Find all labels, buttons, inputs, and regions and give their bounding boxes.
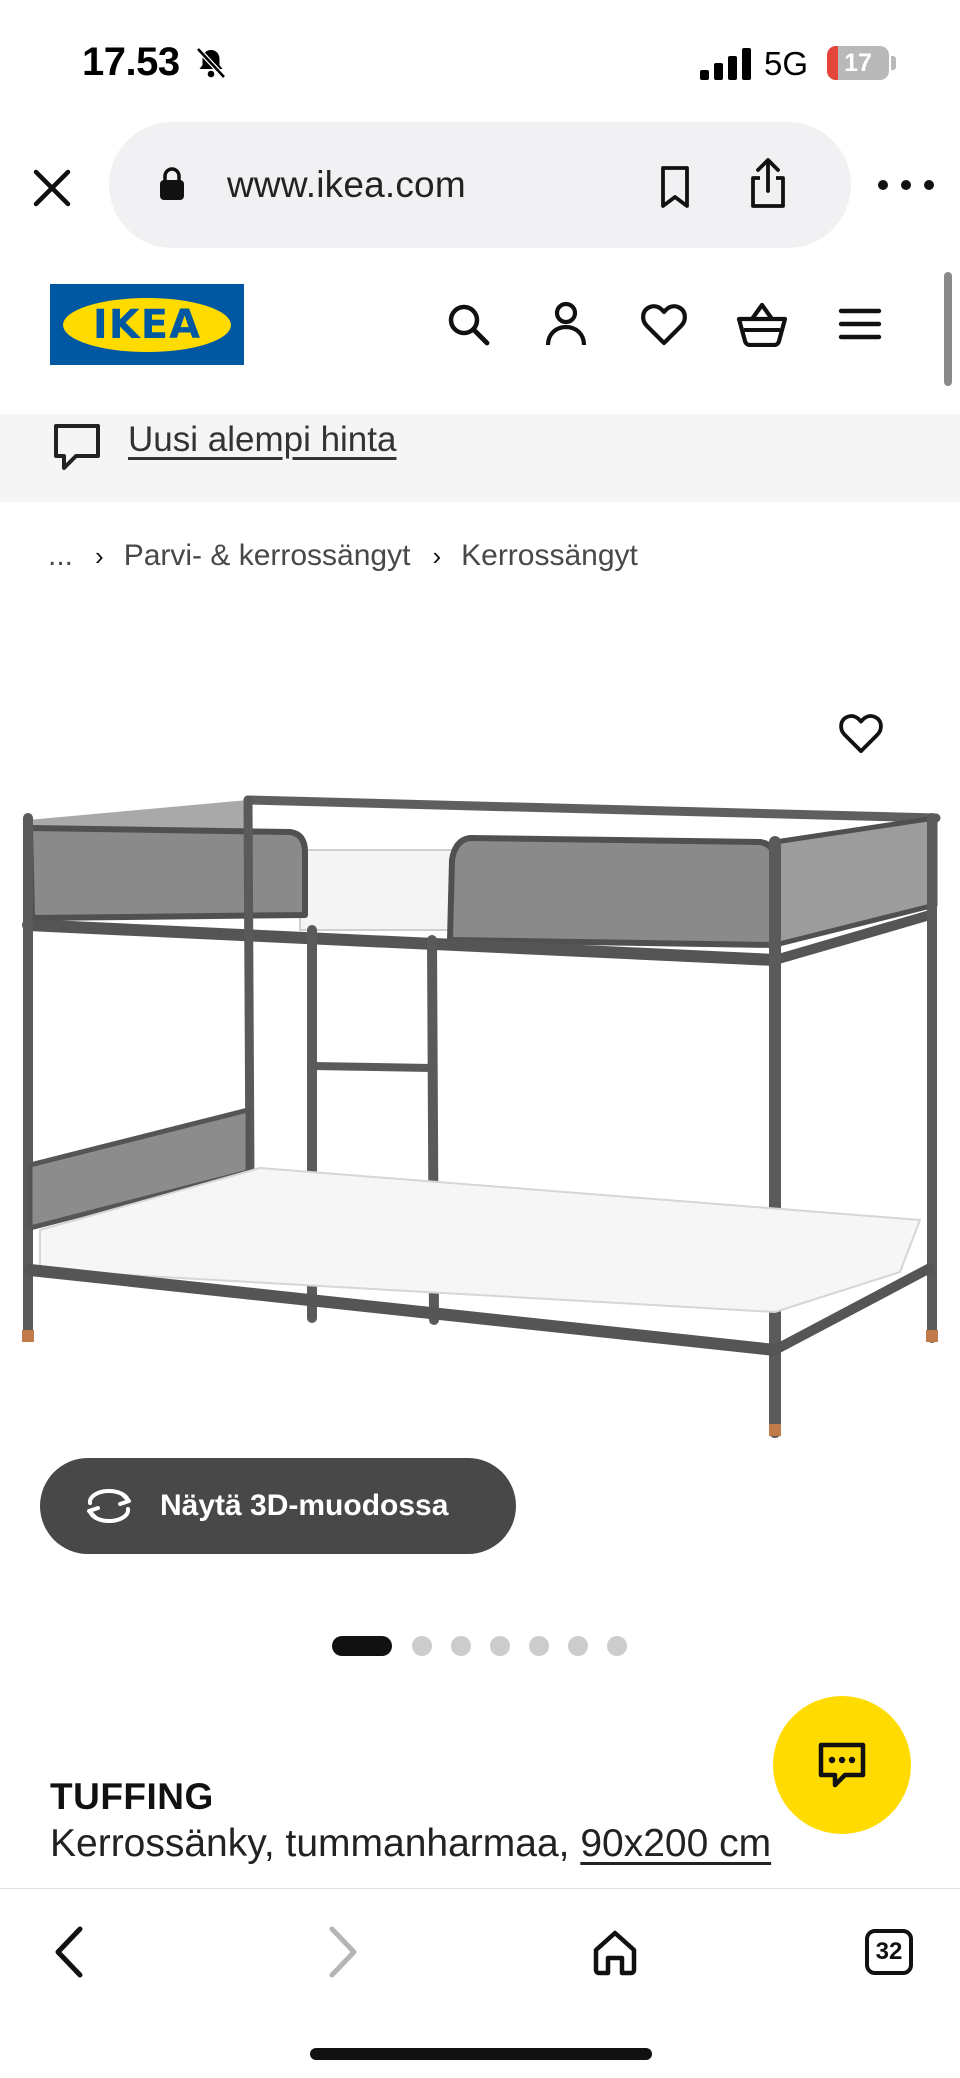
scrollbar[interactable] xyxy=(944,272,952,386)
ikea-logo[interactable]: IKEA xyxy=(50,284,244,365)
network-label: 5G xyxy=(764,45,809,82)
breadcrumb-ellipsis[interactable]: ... xyxy=(48,539,73,573)
account-icon xyxy=(545,301,587,346)
tabs-button[interactable]: 32 xyxy=(854,1917,924,1987)
chat-icon xyxy=(818,1742,866,1788)
carousel-dot[interactable] xyxy=(607,1636,627,1656)
cart-button[interactable] xyxy=(736,298,788,350)
home-indicator[interactable] xyxy=(310,2048,652,2060)
view-3d-label: Näytä 3D-muodossa xyxy=(160,1489,449,1522)
close-button[interactable] xyxy=(24,160,80,216)
menu-button[interactable] xyxy=(834,298,886,350)
chat-support-button[interactable] xyxy=(773,1696,911,1834)
bookmark-icon[interactable] xyxy=(655,164,695,210)
battery-icon: 17 xyxy=(827,46,889,80)
more-dot xyxy=(924,180,934,190)
add-to-favourites-button[interactable] xyxy=(836,708,886,758)
search-icon xyxy=(448,304,490,346)
heart-icon xyxy=(641,304,687,346)
image-carousel-dots xyxy=(332,1635,646,1657)
more-dot xyxy=(901,180,911,190)
home-button[interactable] xyxy=(580,1917,650,1987)
chevron-right-icon: › xyxy=(432,540,442,571)
product-image-bunk-bed[interactable] xyxy=(0,760,960,1450)
more-dot xyxy=(878,180,888,190)
chat-bubble-icon xyxy=(54,424,100,470)
product-description: Kerrossänky, tummanharmaa, 90x200 cm xyxy=(50,1822,771,1866)
carousel-dot[interactable] xyxy=(529,1636,549,1656)
favourites-button[interactable] xyxy=(638,298,690,350)
site-header: IKEA xyxy=(0,252,960,414)
ikea-logo-oval: IKEA xyxy=(63,297,231,352)
product-name: TUFFING xyxy=(50,1776,214,1817)
address-bar[interactable]: www.ikea.com xyxy=(109,122,851,248)
home-icon xyxy=(593,1930,637,1976)
browser-url-row: www.ikea.com xyxy=(0,118,960,252)
carousel-dot[interactable] xyxy=(451,1636,471,1656)
carousel-dot[interactable] xyxy=(568,1636,588,1656)
back-icon xyxy=(55,1926,83,1978)
ikea-logo-text: IKEA xyxy=(92,301,202,348)
product-description-text: Kerrossänky, tummanharmaa, xyxy=(50,1822,570,1865)
account-button[interactable] xyxy=(540,298,592,350)
forward-button[interactable] xyxy=(308,1917,378,1987)
breadcrumb: ... › Parvi- & kerrossängyt › Kerrossäng… xyxy=(48,536,638,576)
status-bar: 17.53 5G 17 xyxy=(0,0,960,118)
battery-tip xyxy=(891,56,896,70)
lock-icon xyxy=(160,167,184,200)
tabs-icon: 32 xyxy=(865,1929,913,1975)
heart-icon xyxy=(839,714,883,754)
open-tabs-count: 32 xyxy=(875,1938,903,1965)
carousel-dot[interactable] xyxy=(490,1636,510,1656)
more-icon[interactable] xyxy=(878,170,934,200)
lower-price-link[interactable]: Uusi alempi hinta xyxy=(128,420,396,460)
menu-icon xyxy=(838,308,882,340)
carousel-dot-active[interactable] xyxy=(332,1636,392,1656)
url-text: www.ikea.com xyxy=(227,164,466,205)
share-icon[interactable] xyxy=(745,158,791,210)
bell-slash-icon xyxy=(196,47,226,79)
chevron-right-icon: › xyxy=(95,540,104,571)
search-button[interactable] xyxy=(442,298,494,350)
close-icon xyxy=(33,169,71,207)
carousel-dot[interactable] xyxy=(412,1636,432,1656)
back-button[interactable] xyxy=(34,1917,104,1987)
breadcrumb-item[interactable]: Parvi- & kerrossängyt xyxy=(124,539,411,573)
status-time: 17.53 xyxy=(82,40,180,84)
signal-icon xyxy=(700,48,751,80)
product-size-link[interactable]: 90x200 cm xyxy=(580,1822,771,1865)
breadcrumb-item[interactable]: Kerrossängyt xyxy=(461,539,638,573)
battery-level: 17 xyxy=(844,49,872,77)
cart-icon xyxy=(736,302,788,347)
view-3d-button[interactable]: Näytä 3D-muodossa xyxy=(40,1458,516,1554)
price-banner: Uusi alempi hinta xyxy=(0,414,960,502)
rotate-3d-icon xyxy=(87,1488,131,1524)
forward-icon xyxy=(329,1926,357,1978)
